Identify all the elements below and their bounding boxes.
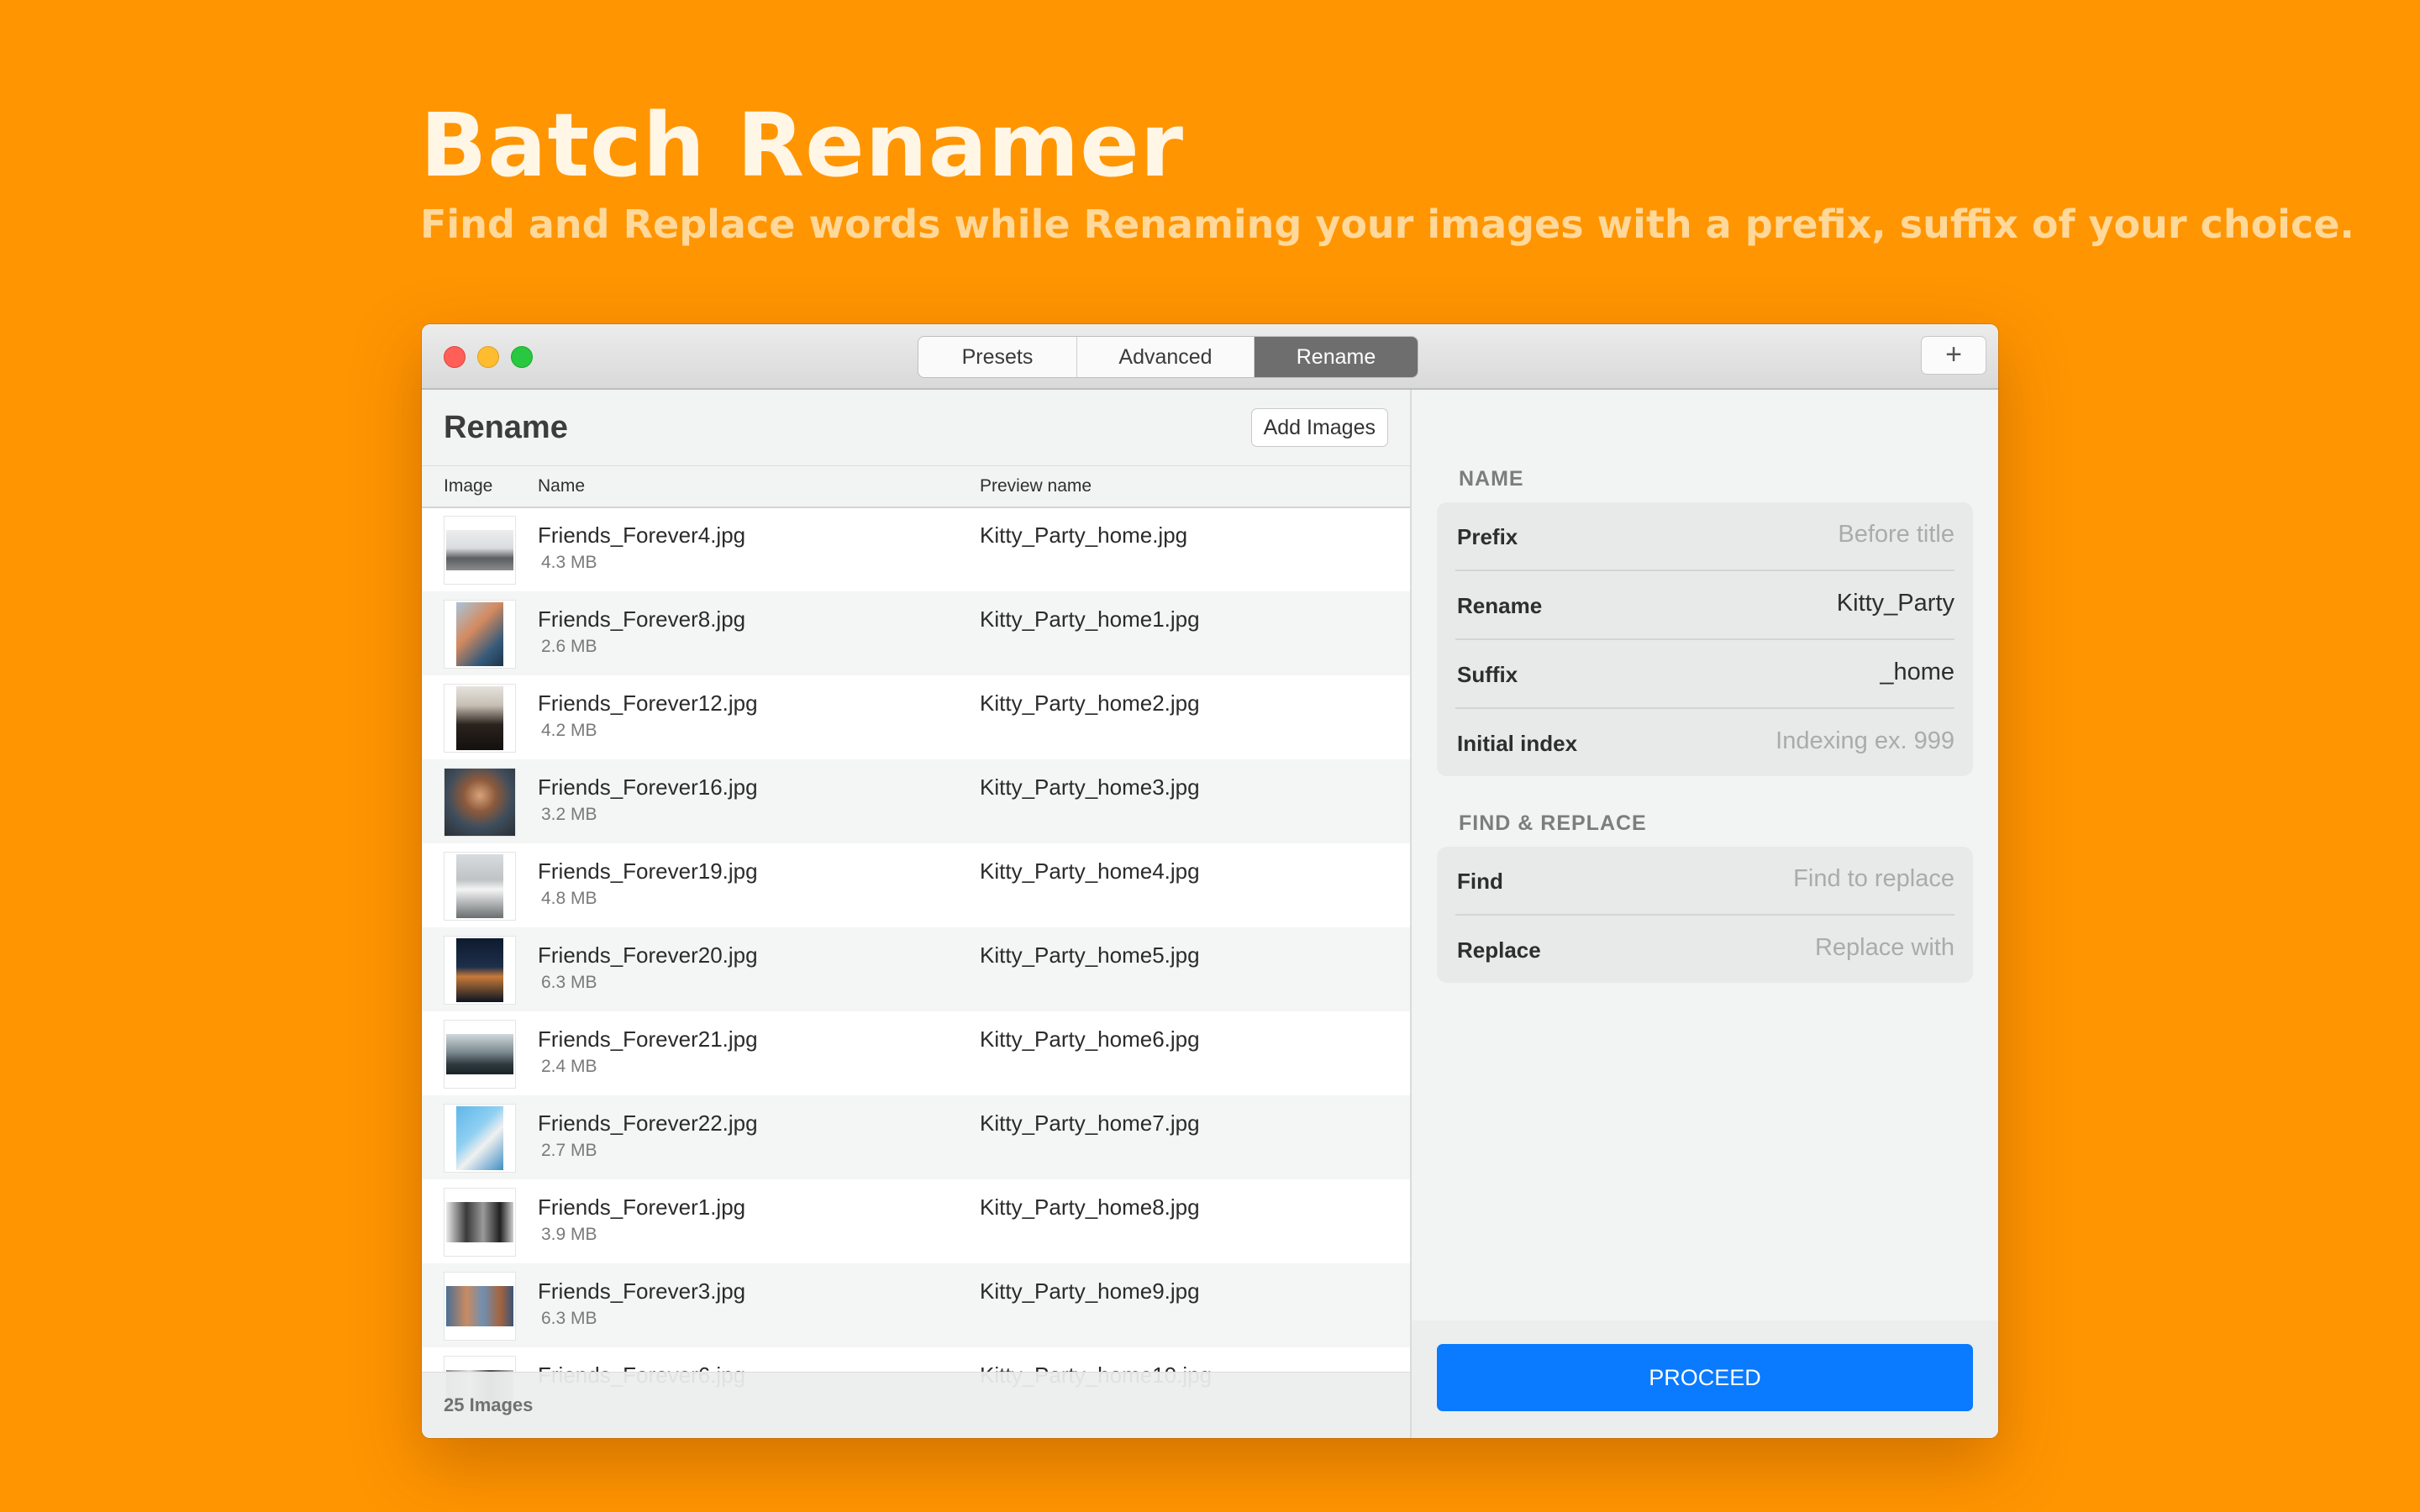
image-list-panel: Rename Add Images Image Name Preview nam…	[422, 390, 1412, 1438]
find-replace-section-label: FIND & REPLACE	[1459, 811, 1647, 835]
preview-name: Kitty_Party_home5.jpg	[980, 942, 1200, 968]
image-thumbnail	[444, 516, 516, 585]
file-size: 3.9 MB	[541, 1225, 597, 1244]
preview-name: Kitty_Party_home1.jpg	[980, 606, 1200, 632]
minimize-window-button[interactable]	[477, 346, 499, 368]
replace-label: Replace	[1457, 937, 1541, 963]
add-images-button[interactable]: Add Images	[1250, 408, 1388, 447]
replace-field[interactable]: Replace Replace with	[1455, 916, 1954, 983]
table-row[interactable]: Friends_Forever4.jpg 4.3 MB Kitty_Party_…	[422, 507, 1410, 591]
image-count: 25 Images	[444, 1394, 534, 1415]
file-name: Friends_Forever19.jpg	[538, 858, 758, 884]
suffix-input[interactable]: _home	[1880, 659, 1954, 686]
table-row[interactable]: Friends_Forever19.jpg 4.8 MB Kitty_Party…	[422, 843, 1410, 927]
file-name: Friends_Forever8.jpg	[538, 606, 746, 632]
file-size: 4.8 MB	[541, 889, 597, 908]
add-button[interactable]: +	[1921, 336, 1986, 375]
image-table: Friends_Forever4.jpg 4.3 MB Kitty_Party_…	[422, 507, 1410, 1438]
initial-index-field[interactable]: Initial index Indexing ex. 999	[1455, 709, 1954, 776]
file-size: 4.3 MB	[541, 553, 597, 572]
image-thumbnail	[444, 684, 516, 753]
table-row[interactable]: Friends_Forever12.jpg 4.2 MB Kitty_Party…	[422, 675, 1410, 759]
zoom-window-button[interactable]	[511, 346, 533, 368]
file-name: Friends_Forever12.jpg	[538, 690, 758, 716]
initial-index-input[interactable]: Indexing ex. 999	[1776, 727, 1954, 755]
file-size: 2.6 MB	[541, 637, 597, 656]
find-input[interactable]: Find to replace	[1793, 865, 1954, 893]
table-row[interactable]: Friends_Forever8.jpg 2.6 MB Kitty_Party_…	[422, 591, 1410, 675]
file-size: 4.2 MB	[541, 721, 597, 740]
find-replace-group: Find Find to replace Replace Replace wit…	[1437, 847, 1973, 983]
preview-name: Kitty_Party_home6.jpg	[980, 1026, 1200, 1052]
proceed-button[interactable]: PROCEED	[1437, 1344, 1973, 1411]
preview-name: Kitty_Party_home3.jpg	[980, 774, 1200, 800]
column-header-name[interactable]: Name	[538, 476, 585, 496]
table-row[interactable]: Friends_Forever3.jpg 6.3 MB Kitty_Party_…	[422, 1263, 1410, 1347]
file-size: 3.2 MB	[541, 805, 597, 824]
rename-label: Rename	[1457, 593, 1543, 618]
find-field[interactable]: Find Find to replace	[1455, 847, 1954, 916]
find-label: Find	[1457, 869, 1503, 894]
preview-name: Kitty_Party_home9.jpg	[980, 1278, 1200, 1304]
app-window: Presets Advanced Rename + Rename Add Ima…	[422, 324, 1998, 1438]
initial-index-label: Initial index	[1457, 731, 1578, 756]
suffix-label: Suffix	[1457, 662, 1518, 687]
plus-icon: +	[1945, 339, 1962, 370]
replace-input[interactable]: Replace with	[1815, 934, 1954, 962]
preview-name: Kitty_Party_home2.jpg	[980, 690, 1200, 716]
image-thumbnail	[444, 1104, 516, 1173]
prefix-field[interactable]: Prefix Before title	[1455, 502, 1954, 571]
list-header: Rename Add Images	[422, 390, 1410, 465]
list-footer: 25 Images	[422, 1372, 1410, 1438]
image-thumbnail	[444, 1188, 516, 1257]
prefix-input[interactable]: Before title	[1838, 521, 1954, 549]
suffix-field[interactable]: Suffix _home	[1455, 640, 1954, 709]
close-window-button[interactable]	[444, 346, 466, 368]
prefix-label: Prefix	[1457, 524, 1518, 549]
file-name: Friends_Forever16.jpg	[538, 774, 758, 800]
hero-subtitle: Find and Replace words while Renaming yo…	[420, 202, 2354, 247]
image-thumbnail	[444, 1272, 516, 1341]
rename-options-panel: NAME Prefix Before title Rename Kitty_Pa…	[1412, 390, 1998, 1438]
file-size: 6.3 MB	[541, 973, 597, 992]
table-header: Image Name Preview name	[422, 465, 1410, 508]
table-row[interactable]: Friends_Forever16.jpg 3.2 MB Kitty_Party…	[422, 759, 1410, 843]
tab-presets[interactable]: Presets	[918, 337, 1077, 377]
rename-field[interactable]: Rename Kitty_Party	[1455, 571, 1954, 640]
file-name: Friends_Forever20.jpg	[538, 942, 758, 968]
file-name: Friends_Forever4.jpg	[538, 522, 746, 548]
tab-rename[interactable]: Rename	[1255, 337, 1418, 377]
table-row[interactable]: Friends_Forever20.jpg 6.3 MB Kitty_Party…	[422, 927, 1410, 1011]
mode-segmented-control: Presets Advanced Rename	[918, 336, 1418, 378]
action-footer: PROCEED	[1412, 1320, 1998, 1438]
file-size: 2.7 MB	[541, 1141, 597, 1160]
name-fields-group: Prefix Before title Rename Kitty_Party S…	[1437, 502, 1973, 776]
hero-title: Batch Renamer	[420, 94, 1185, 197]
image-thumbnail	[444, 768, 516, 837]
column-header-image[interactable]: Image	[444, 476, 492, 496]
file-name: Friends_Forever3.jpg	[538, 1278, 746, 1304]
image-thumbnail	[444, 852, 516, 921]
name-section-label: NAME	[1459, 467, 1524, 491]
table-row[interactable]: Friends_Forever22.jpg 2.7 MB Kitty_Party…	[422, 1095, 1410, 1179]
file-name: Friends_Forever22.jpg	[538, 1110, 758, 1136]
preview-name: Kitty_Party_home4.jpg	[980, 858, 1200, 884]
panel-title: Rename	[444, 410, 568, 445]
rename-input[interactable]: Kitty_Party	[1837, 590, 1954, 617]
tab-advanced[interactable]: Advanced	[1077, 337, 1255, 377]
file-size: 2.4 MB	[541, 1057, 597, 1076]
title-bar: Presets Advanced Rename +	[422, 324, 1998, 390]
file-size: 6.3 MB	[541, 1309, 597, 1328]
table-row[interactable]: Friends_Forever1.jpg 3.9 MB Kitty_Party_…	[422, 1179, 1410, 1263]
image-thumbnail	[444, 600, 516, 669]
image-thumbnail	[444, 1020, 516, 1089]
preview-name: Kitty_Party_home7.jpg	[980, 1110, 1200, 1136]
table-row[interactable]: Friends_Forever21.jpg 2.4 MB Kitty_Party…	[422, 1011, 1410, 1095]
column-header-preview[interactable]: Preview name	[980, 476, 1092, 496]
image-thumbnail	[444, 936, 516, 1005]
preview-name: Kitty_Party_home.jpg	[980, 522, 1188, 548]
preview-name: Kitty_Party_home8.jpg	[980, 1194, 1200, 1220]
file-name: Friends_Forever1.jpg	[538, 1194, 746, 1220]
file-name: Friends_Forever21.jpg	[538, 1026, 758, 1052]
